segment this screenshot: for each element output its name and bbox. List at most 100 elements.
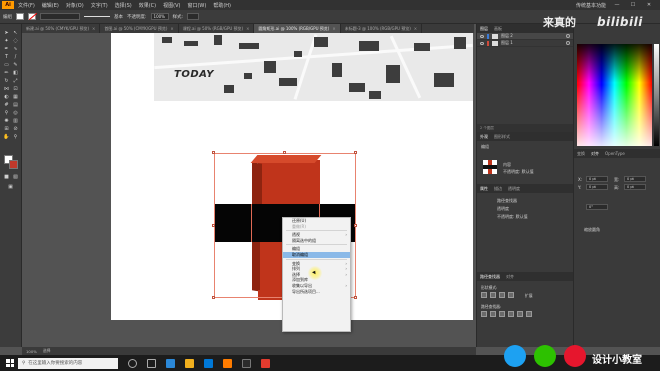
rectangle-tool-icon[interactable]: ▭ (3, 62, 10, 68)
tab-appearance[interactable]: 外观 (480, 134, 488, 140)
minus-front-icon[interactable] (490, 292, 496, 298)
doc-tab[interactable]: 未标题-3 @ 100% (RGB/GPU 预览) × (341, 24, 423, 33)
rotate-tool-icon[interactable]: ↻ (3, 78, 10, 84)
x-field[interactable]: 0 pt (586, 176, 608, 182)
paintbrush-icon[interactable]: ✎ (12, 62, 19, 68)
stroke-color-box[interactable] (9, 160, 18, 169)
tab-stroke[interactable]: 描边 (494, 186, 502, 192)
menu-type[interactable]: 文字(T) (91, 2, 108, 9)
maximize-button[interactable]: ☐ (628, 2, 638, 8)
cortana-icon[interactable] (128, 358, 137, 368)
workspace-switcher[interactable]: 传统基本功能 (576, 2, 606, 9)
appearance-item[interactable]: 路径查找器 (497, 198, 517, 204)
fill-swatch[interactable] (16, 13, 24, 20)
stroke-swatch[interactable] (28, 13, 36, 20)
stroke-weight-field[interactable] (40, 13, 80, 20)
menu-help[interactable]: 帮助(H) (213, 2, 231, 9)
tab-pathfinder[interactable]: 路径查找器 (480, 274, 500, 280)
scale-tool-icon[interactable]: ⤢ (12, 78, 19, 84)
doc-tab[interactable]: 新建.ai @ 50% (CMYK/GPU 预览) × (22, 24, 101, 33)
merge-icon[interactable] (499, 311, 505, 317)
tab-attributes[interactable]: 属性 (480, 186, 488, 192)
illustrator-icon[interactable] (223, 358, 232, 368)
resize-handle[interactable] (212, 296, 215, 299)
resize-handle[interactable] (212, 224, 215, 227)
hue-slider[interactable] (654, 44, 659, 146)
store-icon[interactable] (204, 358, 213, 368)
height-field[interactable]: 0 pt (624, 184, 646, 190)
menu-object[interactable]: 对象(O) (66, 2, 84, 9)
color-mode-icon[interactable]: ■ (3, 174, 10, 180)
recorder-icon[interactable] (261, 358, 270, 368)
file-explorer-icon[interactable] (185, 358, 194, 368)
menu-file[interactable]: 文件(F) (18, 2, 35, 9)
exclude-icon[interactable] (508, 292, 514, 298)
task-view-icon[interactable] (147, 358, 156, 368)
layer-row[interactable]: 图层 2 (477, 33, 573, 40)
layer-name[interactable]: 图层 2 (501, 33, 563, 39)
close-icon[interactable]: × (414, 26, 417, 31)
doc-tab-active[interactable]: 圆角矩形.ai @ 100% (RGB/GPU 预览) × (254, 24, 341, 33)
intersect-icon[interactable] (499, 292, 505, 298)
scale-corners-checkbox[interactable]: 缩放圆角 (584, 227, 600, 233)
minimize-button[interactable]: — (612, 2, 622, 8)
crop-icon[interactable] (508, 311, 514, 317)
type-tool-icon[interactable]: T (3, 54, 10, 60)
appearance-item[interactable]: 不透明度: 默认值 (497, 214, 528, 220)
stroke-profile[interactable]: 基本 (114, 14, 123, 20)
tab-layers[interactable]: 图层 (480, 26, 488, 32)
menu-view[interactable]: 视图(V) (163, 2, 180, 9)
eye-icon[interactable] (480, 41, 484, 45)
gradient-mode-icon[interactable]: ▧ (12, 174, 19, 180)
eraser-icon[interactable]: ◧ (12, 70, 19, 76)
tab-align-2[interactable]: 对齐 (506, 274, 514, 280)
menu-select[interactable]: 选择(S) (115, 2, 132, 9)
selection-tool-icon[interactable]: ➤ (3, 30, 10, 36)
unite-icon[interactable] (481, 292, 487, 298)
y-field[interactable]: 0 pt (586, 184, 608, 190)
symbol-sprayer-icon[interactable]: ✺ (3, 118, 10, 124)
close-button[interactable]: ✕ (644, 2, 654, 8)
context-menu-item[interactable]: 取消编组 (283, 251, 350, 258)
taskbar-search[interactable]: ⚲ 在这里输入你要搜索的内容 (18, 357, 118, 369)
context-menu-item[interactable]: 导出所选项目... (283, 289, 350, 295)
menu-edit[interactable]: 编辑(E) (42, 2, 59, 9)
edge-browser-icon[interactable] (166, 358, 175, 368)
minus-back-icon[interactable] (526, 311, 532, 317)
close-icon[interactable]: × (332, 26, 335, 31)
eyedropper-icon[interactable]: ⚲ (3, 110, 10, 116)
doc-tab[interactable]: 首图.ai @ 50% (CMYK/GPU 预览) × (100, 24, 179, 33)
resize-handle[interactable] (283, 151, 286, 154)
graph-tool-icon[interactable]: ▥ (12, 118, 19, 124)
doc-tab[interactable]: 课程.ai @ 50% (RGB/GPU 预览) × (179, 24, 255, 33)
resize-handle[interactable] (354, 224, 357, 227)
width-tool-icon[interactable]: ⋈ (3, 86, 10, 92)
context-menu-item[interactable]: 隔离选中的组 (283, 238, 350, 244)
windows-start-icon[interactable] (6, 359, 14, 367)
close-icon[interactable]: × (170, 26, 173, 31)
lasso-icon[interactable]: ◌ (12, 38, 19, 44)
close-icon[interactable]: × (92, 26, 95, 31)
screen-mode-icon[interactable]: ▣ (7, 184, 14, 190)
resize-handle[interactable] (354, 151, 357, 154)
color-spectrum[interactable] (577, 44, 652, 146)
magic-wand-icon[interactable]: ✦ (3, 38, 10, 44)
layer-name[interactable]: 图层 1 (501, 40, 563, 46)
expand-button[interactable]: 扩展 (525, 293, 533, 299)
curvature-tool-icon[interactable]: ∿ (12, 46, 19, 52)
eye-icon[interactable] (480, 34, 484, 38)
menu-effect[interactable]: 效果(C) (139, 2, 156, 9)
tab-artboards[interactable]: 画板 (494, 26, 502, 32)
tab-transform[interactable]: 变换 (577, 151, 585, 157)
layer-row[interactable]: 图层 1 (477, 40, 573, 47)
blend-tool-icon[interactable]: ◎ (12, 110, 19, 116)
free-transform-icon[interactable]: ⊡ (12, 86, 19, 92)
divide-icon[interactable] (481, 311, 487, 317)
mesh-tool-icon[interactable]: # (3, 102, 10, 108)
resize-handle[interactable] (212, 151, 215, 154)
shape-builder-icon[interactable]: ◐ (3, 94, 10, 100)
style-picker[interactable] (187, 13, 200, 20)
rotate-field[interactable]: 0° (586, 204, 608, 210)
tab-graphic-styles[interactable]: 图形样式 (494, 134, 510, 140)
tab-align[interactable]: 对齐 (591, 151, 599, 157)
